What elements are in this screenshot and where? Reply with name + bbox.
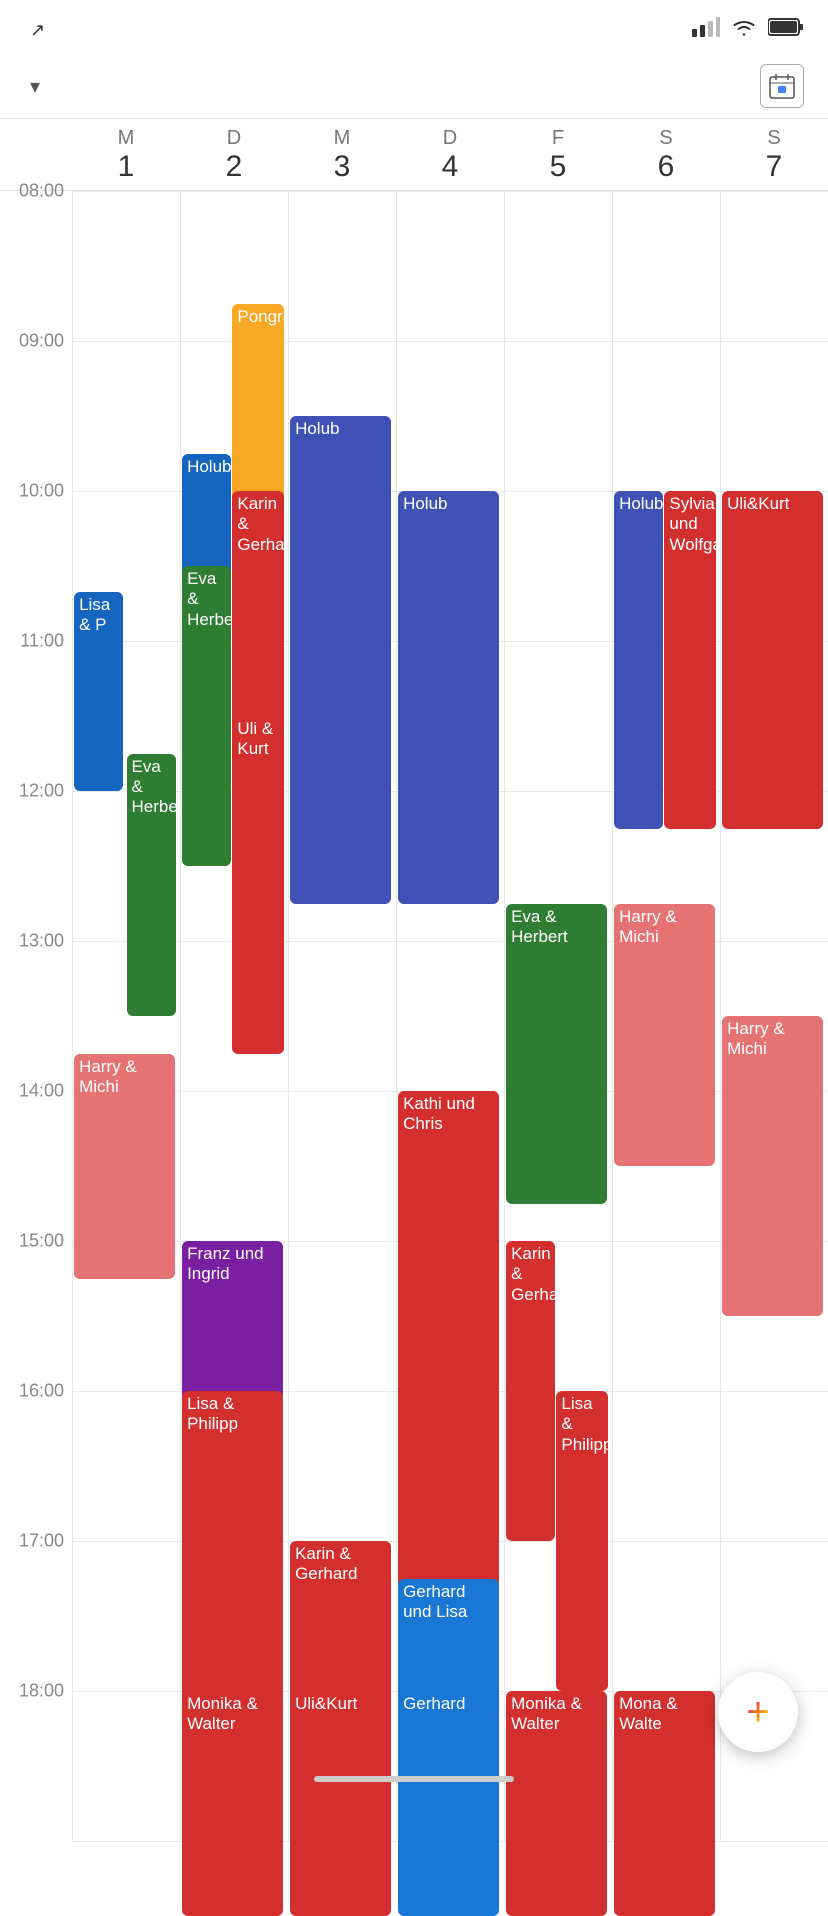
hour-line <box>289 1241 396 1242</box>
event-item[interactable]: Holub <box>398 491 499 904</box>
time-label-1800: 18:00 <box>19 1681 64 1702</box>
hour-line <box>721 191 828 192</box>
hour-line <box>505 791 612 792</box>
hour-line <box>721 941 828 942</box>
hour-line <box>505 191 612 192</box>
time-label-1400: 14:00 <box>19 1081 64 1102</box>
hour-line <box>397 341 504 342</box>
time-label-0900: 09:00 <box>19 331 64 352</box>
hour-line <box>505 641 612 642</box>
hour-line <box>721 341 828 342</box>
event-item[interactable]: Karin & Gerha <box>232 491 283 754</box>
event-item[interactable]: Lisa & Philipp <box>556 1391 607 1691</box>
time-label-1500: 15:00 <box>19 1231 64 1252</box>
hour-line <box>73 1391 180 1392</box>
add-icon: + <box>746 1690 769 1735</box>
event-item[interactable]: Lisa & Philipp <box>182 1391 283 1729</box>
app-header: ▾ <box>0 54 828 119</box>
hour-line <box>721 1391 828 1392</box>
add-event-fab[interactable]: + <box>718 1672 798 1752</box>
hour-line <box>289 1391 396 1392</box>
day-col-3: HolubKarin & GerhardUli&Kurt <box>288 191 396 1841</box>
hour-line <box>613 1241 720 1242</box>
event-item[interactable]: Monika & Walter <box>506 1691 607 1916</box>
hour-line <box>73 1841 180 1842</box>
hour-line <box>613 1541 720 1542</box>
day-col-1: Lisa & PEva & Herbert Harry & Michi <box>72 191 180 1841</box>
status-icons <box>692 17 804 43</box>
day-header-fri: F 5 <box>504 127 612 184</box>
day-header-mon: M 1 <box>72 127 180 184</box>
hour-line <box>397 191 504 192</box>
hour-line <box>73 191 180 192</box>
hour-line <box>73 341 180 342</box>
navigation-icon: ↗ <box>30 20 45 41</box>
event-item[interactable]: Uli&Kurt <box>722 491 823 829</box>
hour-line <box>613 1391 720 1392</box>
time-label-1600: 16:00 <box>19 1381 64 1402</box>
day-col-7: Uli&Kurt Harry & Michi <box>720 191 828 1841</box>
hour-line <box>397 941 504 942</box>
hour-line <box>289 1091 396 1092</box>
event-item[interactable]: Harry & Michi <box>74 1054 175 1279</box>
scroll-indicator <box>314 1776 514 1782</box>
day-col-4: HolubKathi und ChrisGerhard und LisaGerh… <box>396 191 504 1841</box>
event-item[interactable]: Harry & Michi <box>722 1016 823 1316</box>
event-item[interactable]: Holub <box>614 491 663 829</box>
event-item[interactable]: Harry & Michi <box>614 904 715 1167</box>
wifi-icon <box>730 17 758 43</box>
hour-line <box>505 341 612 342</box>
event-item[interactable]: Lisa & P <box>74 592 123 792</box>
event-item[interactable]: Monika & Walter <box>182 1691 283 1916</box>
dropdown-icon: ▾ <box>30 74 40 99</box>
hour-line <box>289 341 396 342</box>
calendar-today-button[interactable] <box>760 64 804 108</box>
hour-line <box>181 191 288 192</box>
hour-line <box>289 941 396 942</box>
hour-line <box>721 1841 828 1842</box>
event-item[interactable]: Mona & Walte <box>614 1691 715 1916</box>
hour-line <box>73 1691 180 1692</box>
day-header-row: M 1 D 2 M 3 D 4 F 5 S 6 S 7 <box>0 119 828 191</box>
event-item[interactable]: Uli & Kurt <box>232 716 283 1054</box>
event-item[interactable]: Kathi und Chris <box>398 1091 499 1616</box>
hour-line <box>721 1541 828 1542</box>
time-label-1000: 10:00 <box>19 481 64 502</box>
day-header-thu: D 4 <box>396 127 504 184</box>
event-item[interactable]: Eva & Herbert <box>182 566 231 866</box>
day-col-5: Eva & Herbert Karin & GerhardLisa & Phili… <box>504 191 612 1841</box>
hour-line <box>613 341 720 342</box>
day-col-6: HolubSylvia und WolfgangHarry & MichiMon… <box>612 191 720 1841</box>
time-header-spacer <box>0 127 72 184</box>
time-label-1300: 13:00 <box>19 931 64 952</box>
time-column: 08:0009:0010:0011:0012:0013:0014:0015:00… <box>0 191 72 1841</box>
day-header-sat: S 6 <box>612 127 720 184</box>
event-item[interactable]: Eva & Herbert <box>127 754 176 1017</box>
hour-line <box>73 491 180 492</box>
event-item[interactable]: Karin & Gerhard <box>506 1241 555 1541</box>
time-label-1100: 11:00 <box>20 631 64 652</box>
day-col-2: PongraczHolubKarin & GerhaEva & HerbertU… <box>180 191 288 1841</box>
time-label-0800: 08:00 <box>19 181 64 202</box>
status-bar: ↗ <box>0 0 828 54</box>
battery-icon <box>768 17 804 43</box>
day-header-sun: S 7 <box>720 127 828 184</box>
event-item[interactable]: Eva & Herbert <box>506 904 607 1204</box>
event-item[interactable]: Holub <box>290 416 391 904</box>
hour-line <box>181 1091 288 1092</box>
event-item[interactable]: Uli&Kurt <box>290 1691 391 1916</box>
time-label-1700: 17:00 <box>19 1531 64 1552</box>
event-item[interactable]: Sylvia und Wolfgang <box>664 491 715 829</box>
hour-line <box>73 1541 180 1542</box>
month-selector[interactable]: ▾ <box>24 74 40 99</box>
calendar-grid: 08:0009:0010:0011:0012:0013:0014:0015:00… <box>0 191 828 1841</box>
event-item[interactable]: Gerhard <box>398 1691 499 1916</box>
day-header-tue: D 2 <box>180 127 288 184</box>
hour-line <box>613 191 720 192</box>
hour-line <box>289 191 396 192</box>
day-header-wed: M 3 <box>288 127 396 184</box>
signal-icon <box>692 17 720 43</box>
time-label-1200: 12:00 <box>19 781 64 802</box>
hour-line <box>505 491 612 492</box>
